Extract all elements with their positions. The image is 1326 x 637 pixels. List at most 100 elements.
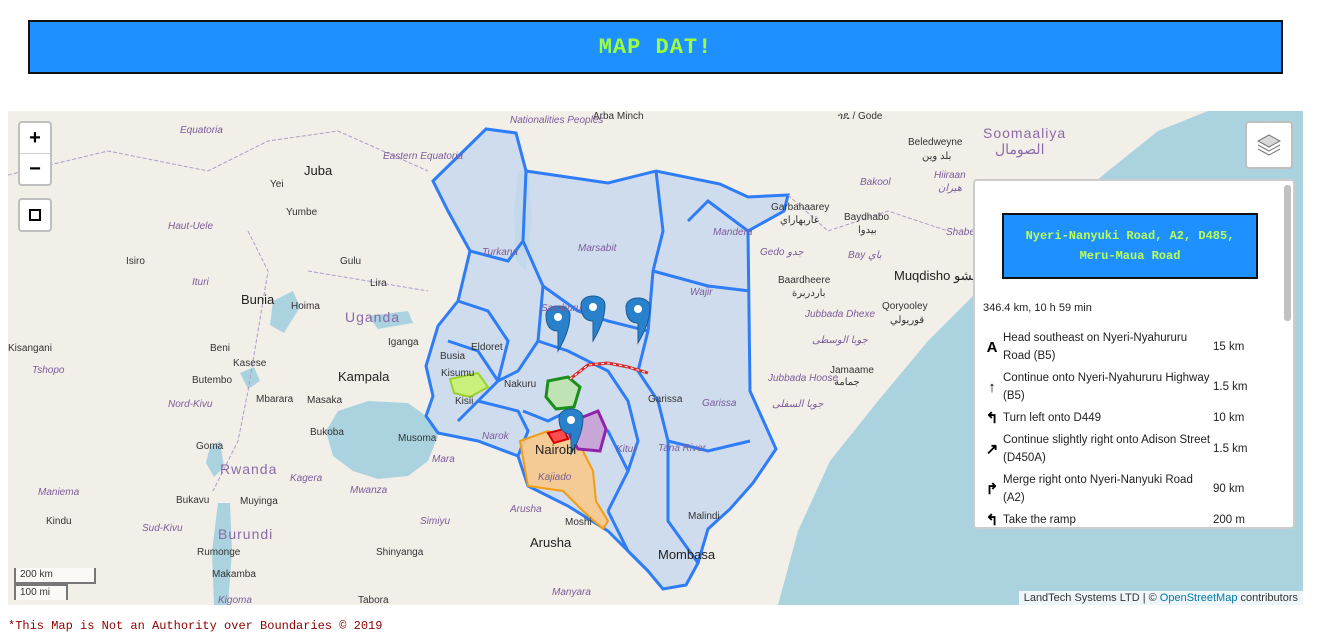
place-label: Musoma (398, 433, 437, 444)
place-label: Samburu (541, 303, 582, 314)
page-header: MAP DAT! (28, 20, 1283, 74)
square-icon (29, 209, 41, 221)
place-label: Beledweyne (908, 137, 963, 148)
scale-mi: 100 mi (14, 584, 68, 600)
place-label: Simiyu (420, 516, 451, 527)
place-label: Jubbada Dhexe (805, 309, 876, 320)
place-label: Narok (482, 431, 509, 442)
place-label: Bukavu (176, 495, 210, 506)
place-label: Haut-Uele (168, 221, 214, 232)
place-label: Kagera (290, 473, 323, 484)
directions-panel[interactable]: Nyeri-Nanyuki Road, A2, D485, Meru-Maua … (973, 179, 1295, 529)
place-label: Eldoret (471, 342, 503, 353)
place-label: Juba (304, 163, 333, 178)
place-label: Hiiraan (934, 170, 966, 181)
direction-step[interactable]: ↱ Merge right onto Nyeri-Nanyuki Road (A2… (981, 471, 1271, 507)
step-instruction: Continue onto Nyeri-Nyahururu Highway (B… (1003, 372, 1210, 402)
step-distance: 10 km (1213, 412, 1245, 424)
place-label: جوبا الوسطى (812, 335, 868, 346)
place-label: Bakool (860, 177, 891, 188)
attribution-prefix: LandTech Systems LTD | © (1023, 592, 1157, 604)
scale-km: 200 km (14, 568, 96, 584)
place-label: Kigoma (218, 595, 252, 605)
map-attribution: LandTech Systems LTD | © OpenStreetMap c… (1018, 591, 1303, 605)
place-label: Masaka (307, 395, 343, 406)
place-label: Baydhabo (844, 212, 890, 223)
route-title: Nyeri-Nanyuki Road, A2, D485, Meru-Maua … (1025, 229, 1235, 263)
route-title-box: Nyeri-Nanyuki Road, A2, D485, Meru-Maua … (1002, 213, 1258, 279)
place-label: ጎዴ / Gode (838, 111, 883, 122)
zoom-out-button[interactable]: − (20, 154, 50, 184)
place-label: Kajiado (538, 472, 572, 483)
place-label: Tana River (658, 443, 706, 454)
layers-button[interactable] (1245, 121, 1293, 169)
place-label: Marsabit (578, 243, 617, 254)
place-label: Kisangani (8, 343, 52, 354)
turn-left-icon: ↰ (985, 410, 999, 427)
place-label: الصومال (995, 141, 1045, 157)
place-label: Eastern Equatoria (383, 151, 464, 162)
place-label: Nord-Kivu (168, 399, 213, 410)
step-instruction: Take the ramp (1003, 514, 1076, 526)
place-label: Moshi (565, 517, 592, 528)
place-label: هيران (938, 183, 962, 194)
place-label: Tabora (358, 595, 389, 605)
place-label: Garissa (648, 394, 683, 405)
place-label: باردربرة (792, 288, 826, 299)
direction-step[interactable]: ↰ Turn left onto D449 10 km (981, 409, 1271, 427)
place-label: Nakuru (504, 379, 537, 390)
direction-step[interactable]: A Head southeast on Nyeri-Nyahururu Road … (981, 329, 1271, 365)
place-label: Garbahaarey (771, 202, 830, 213)
place-label: Kasese (233, 358, 267, 369)
draw-rectangle-button[interactable] (18, 198, 52, 232)
direction-step[interactable]: ↗ Continue slightly right onto Adison Str… (981, 431, 1271, 467)
place-label: Ituri (192, 277, 209, 288)
place-label: Kisii (455, 396, 474, 407)
nyandarua-county[interactable] (544, 375, 582, 411)
place-label: Bunia (241, 292, 275, 307)
disclaimer-footer: *This Map is Not an Authority over Bound… (8, 619, 383, 633)
slight-right-icon: ↗ (985, 441, 999, 458)
zoom-in-button[interactable]: + (20, 123, 50, 154)
place-label: Turkana (482, 247, 518, 258)
directions-scrollbar[interactable] (1284, 185, 1291, 321)
page-title: MAP DAT! (598, 34, 713, 60)
place-label: Kindu (46, 516, 72, 527)
layers-icon (1256, 134, 1282, 156)
place-label: Burundi (218, 526, 274, 542)
place-label: Nationalities Peoples (510, 115, 604, 126)
place-label: Gulu (340, 256, 362, 267)
place-label: Isiro (126, 256, 145, 267)
place-label: Mara (432, 454, 455, 465)
place-label: Manyara (552, 587, 591, 598)
place-label: Uganda (345, 309, 401, 325)
osm-link[interactable]: OpenStreetMap (1160, 592, 1238, 604)
place-label: Gedo جدو (760, 247, 804, 258)
step-distance: 1.5 km (1213, 381, 1248, 393)
place-label: Mandera (713, 227, 753, 238)
place-label: Bukoba (310, 427, 344, 438)
place-label: Bay باي (848, 250, 882, 261)
place-label: Arusha (510, 504, 542, 515)
place-label: Shinyanga (376, 547, 424, 558)
place-label: Beni (210, 343, 231, 354)
ramp-icon: ↰ (985, 512, 999, 529)
place-label: Nairobi (535, 442, 577, 457)
place-label: Iganga (388, 337, 419, 348)
straight-arrow-icon: ↑ (988, 378, 996, 396)
step-instruction: Turn left onto D449 (1003, 412, 1102, 424)
place-label: Rumonge (197, 547, 241, 558)
direction-step[interactable]: ↰ Take the ramp 200 m (981, 511, 1271, 529)
step-distance: 1.5 km (1213, 443, 1248, 455)
direction-steps: A Head southeast on Nyeri-Nyahururu Road … (981, 329, 1271, 529)
map-view[interactable]: Equatoria Eastern Equatoria Juba Yei Yumbe Ha… (8, 111, 1303, 605)
place-label: Equatoria (180, 125, 223, 136)
place-label: جوبا السفلى (772, 399, 824, 410)
direction-step[interactable]: ↑ Continue onto Nyeri-Nyahururu Highway (… (981, 369, 1271, 405)
place-label: Baardheere (778, 275, 831, 286)
place-label: Arusha (530, 535, 572, 550)
place-label: بلد وين (922, 151, 952, 162)
scale-bar: 200 km 100 mi (14, 568, 96, 600)
place-label: Mwanza (350, 485, 388, 496)
step-distance: 200 m (1213, 514, 1245, 526)
